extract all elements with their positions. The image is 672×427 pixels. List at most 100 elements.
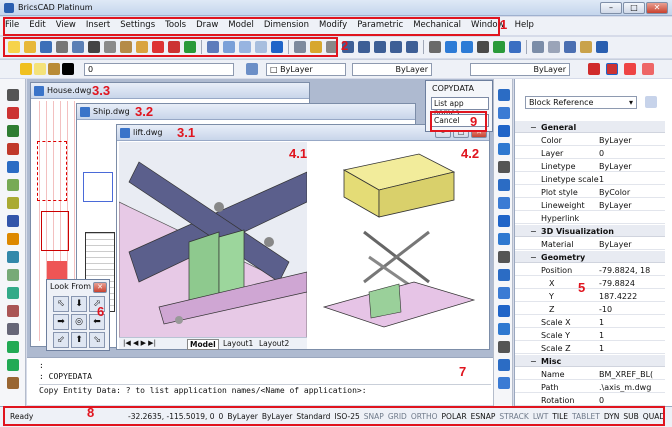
visual-style-icon[interactable] xyxy=(477,41,489,53)
zoom-extents-icon[interactable] xyxy=(390,41,402,53)
list-app-names-button[interactable]: List app names xyxy=(431,97,489,117)
stretch-icon[interactable] xyxy=(498,233,510,245)
collapse-icon[interactable]: − xyxy=(530,357,537,366)
property-row[interactable]: Z -10 xyxy=(515,303,665,315)
property-row[interactable]: Scale Z 1 xyxy=(515,342,665,354)
section-header-3d-visualization[interactable]: −3D Visualization xyxy=(515,225,665,237)
menu-item-help[interactable]: Help xyxy=(510,17,539,30)
linetype-dropdown[interactable]: ByLayer xyxy=(352,63,432,76)
text-icon[interactable] xyxy=(7,341,19,353)
property-value[interactable]: 1 xyxy=(599,318,604,327)
hatch-icon[interactable] xyxy=(7,251,19,263)
minimize-button[interactable]: – xyxy=(600,2,622,14)
property-row[interactable]: Position -79.8824, 18 xyxy=(515,264,665,276)
property-value[interactable]: ByLayer xyxy=(599,201,632,210)
settings-icon[interactable] xyxy=(580,41,592,53)
view-top-arrow-icon[interactable]: ⬇ xyxy=(71,296,87,312)
trim-icon[interactable] xyxy=(498,251,510,263)
selection-type-dropdown[interactable]: Block Reference ▾ xyxy=(525,96,637,109)
join-icon[interactable] xyxy=(498,305,510,317)
plot-icon[interactable] xyxy=(532,41,544,53)
viewport-closeup[interactable] xyxy=(119,142,307,340)
property-value[interactable]: 1 xyxy=(599,175,604,184)
line-icon[interactable] xyxy=(7,89,19,101)
property-row[interactable]: Material ByLayer xyxy=(515,238,665,250)
look-from-close-button[interactable]: ✕ xyxy=(93,282,107,293)
property-row[interactable]: Y 187.4222 xyxy=(515,290,665,302)
mtext-icon[interactable] xyxy=(7,359,19,371)
close-button[interactable]: ✕ xyxy=(646,2,668,14)
polygon-icon[interactable] xyxy=(7,215,19,227)
property-value[interactable]: -79.8824 xyxy=(599,279,635,288)
tab-layout1[interactable]: Layout1 xyxy=(223,339,253,348)
zoom-in-icon[interactable] xyxy=(358,41,370,53)
lock-icon[interactable] xyxy=(48,63,60,75)
property-value[interactable]: 0 xyxy=(599,396,604,405)
view-bottom-arrow-icon[interactable]: ⬆ xyxy=(71,332,87,348)
point-icon[interactable] xyxy=(7,233,19,245)
property-row[interactable]: Color ByLayer xyxy=(515,134,665,146)
property-value[interactable]: 187.4222 xyxy=(599,292,637,301)
ucs-icon[interactable] xyxy=(493,41,505,53)
lightbulb-icon[interactable] xyxy=(20,63,32,75)
section-header-geometry[interactable]: − Geometry xyxy=(515,251,665,263)
mirror-icon[interactable] xyxy=(498,161,510,173)
tab-nav-arrows[interactable]: |◀ ◀ ▶ ▶| xyxy=(123,339,156,347)
table-icon[interactable] xyxy=(7,323,19,335)
property-row[interactable]: Linetype ByLayer xyxy=(515,160,665,172)
rectangle-icon[interactable] xyxy=(7,125,19,137)
tab-layout2[interactable]: Layout2 xyxy=(259,339,289,348)
property-value[interactable]: .\axis_m.dwg xyxy=(599,383,651,392)
ellipse-icon[interactable] xyxy=(7,179,19,191)
property-value[interactable]: ByLayer xyxy=(599,162,632,171)
app-icon[interactable] xyxy=(596,41,608,53)
property-value[interactable]: ByColor xyxy=(599,188,630,197)
attribute-icon[interactable] xyxy=(7,377,19,389)
donut-icon[interactable] xyxy=(7,305,19,317)
property-row[interactable]: Scale Y 1 xyxy=(515,329,665,341)
viewports-icon[interactable] xyxy=(509,41,521,53)
polyline-icon[interactable] xyxy=(7,107,19,119)
property-value[interactable]: ByLayer xyxy=(599,240,632,249)
command-prompt-input[interactable]: Copy Entity Data: ? to list application … xyxy=(39,384,491,396)
align-icon[interactable] xyxy=(498,377,510,389)
copy-object-icon[interactable] xyxy=(498,107,510,119)
property-row[interactable]: Linetype scale 1 xyxy=(515,173,665,185)
fillet-icon[interactable] xyxy=(498,341,510,353)
rotate-icon[interactable] xyxy=(498,125,510,137)
tiles-icon[interactable] xyxy=(548,41,560,53)
property-value[interactable]: -79.8824, 18 xyxy=(599,266,650,275)
viewport-overview[interactable] xyxy=(309,142,489,340)
offset-icon[interactable] xyxy=(498,197,510,209)
layer-manager-icon[interactable] xyxy=(246,63,258,75)
move-icon[interactable] xyxy=(498,89,510,101)
section-header-general[interactable]: − General xyxy=(515,121,665,133)
line-snap-icon[interactable] xyxy=(606,63,618,75)
property-row[interactable]: Lineweight ByLayer xyxy=(515,199,665,211)
view-nw-arrow-icon[interactable]: ⬁ xyxy=(53,296,69,312)
property-row[interactable]: Layer 0 xyxy=(515,147,665,159)
property-row[interactable]: Path .\axis_m.dwg xyxy=(515,381,665,393)
extend-icon[interactable] xyxy=(498,269,510,281)
chamfer-icon[interactable] xyxy=(498,323,510,335)
region-icon[interactable] xyxy=(7,269,19,281)
circle-icon[interactable] xyxy=(7,161,19,173)
property-value[interactable]: 1 xyxy=(599,331,604,340)
view-center-icon[interactable]: ◎ xyxy=(71,314,87,330)
refresh-icon[interactable] xyxy=(498,143,510,155)
property-value[interactable]: -10 xyxy=(599,305,612,314)
property-value[interactable]: 0 xyxy=(599,149,604,158)
collapse-icon[interactable]: − xyxy=(530,123,537,132)
collapse-icon[interactable]: − xyxy=(530,253,537,262)
render-icon[interactable] xyxy=(461,41,473,53)
tab-model[interactable]: Model xyxy=(187,339,219,350)
zoom-previous-icon[interactable] xyxy=(406,41,418,53)
snap-cross-icon[interactable] xyxy=(588,63,600,75)
orbit-icon[interactable] xyxy=(445,41,457,53)
cascade-icon[interactable] xyxy=(564,41,576,53)
property-row[interactable]: Plot style ByColor xyxy=(515,186,665,198)
property-row[interactable]: Hyperlink xyxy=(515,212,665,224)
scale-icon[interactable] xyxy=(498,215,510,227)
property-row[interactable]: Rotation 0 xyxy=(515,394,665,406)
zoom-out-icon[interactable] xyxy=(374,41,386,53)
